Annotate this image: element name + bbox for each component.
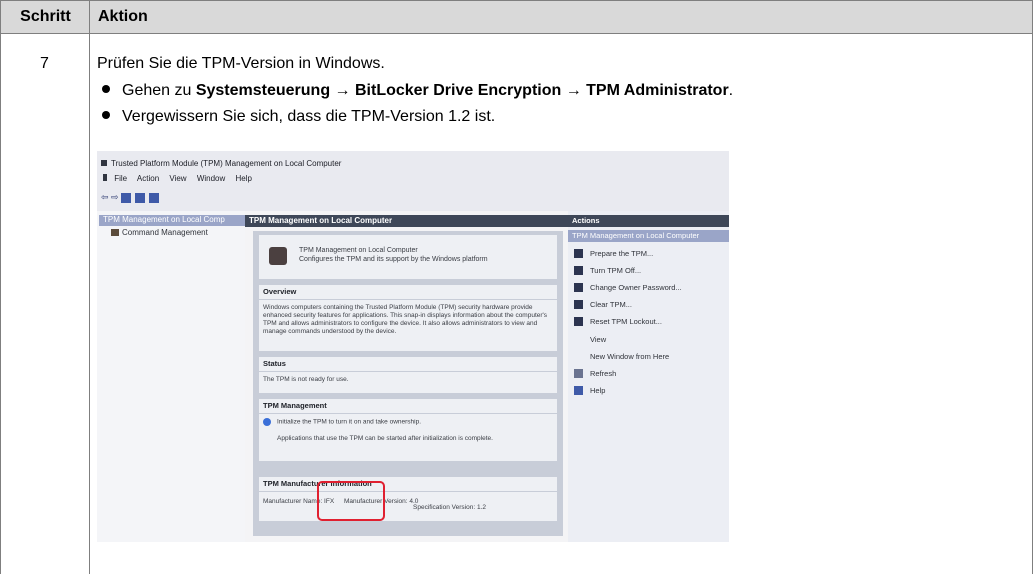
- bullet-item: Vergewissern Sie sich, dass die TPM-Vers…: [102, 107, 733, 133]
- console-menubar: File Action View Window Help: [97, 174, 729, 186]
- bullet1-path: Systemsteuerung → BitLocker Drive Encryp…: [195, 82, 729, 99]
- header-step: Schritt: [20, 8, 71, 25]
- header-action: Aktion: [98, 8, 148, 25]
- turn-off-icon: [574, 266, 583, 275]
- toolbar-view-icon: [121, 192, 132, 203]
- tree-child: Command Management: [111, 228, 208, 237]
- clear-icon: [574, 300, 583, 309]
- bullet1-suffix: .: [728, 82, 734, 99]
- console-title: Trusted Platform Module (TPM) Management…: [111, 159, 342, 168]
- bullet2-text: Vergewissern Sie sich, dass die TPM-Vers…: [122, 108, 496, 125]
- action-item: Refresh: [590, 369, 617, 378]
- column-divider: [89, 0, 90, 574]
- tpm-console-screenshot: Trusted Platform Module (TPM) Management…: [97, 151, 729, 542]
- tpm-chip-icon: [269, 247, 287, 265]
- specification-version: Specification Version: 1.2: [413, 504, 486, 511]
- management-section: TPM Management Initialize the TPM to tur…: [259, 399, 557, 461]
- info-icon: [263, 418, 271, 426]
- center-panel: TPM Management on Local Computer Configu…: [253, 231, 563, 536]
- command-icon: [111, 229, 119, 237]
- overview-text: Windows computers containing the Trusted…: [263, 304, 548, 335]
- status-title: Status: [259, 357, 557, 372]
- action-item: Help: [590, 386, 606, 395]
- tpm-app-icon: [101, 160, 107, 166]
- actions-header: Actions: [568, 215, 729, 227]
- menu-window: Window: [196, 174, 226, 183]
- overview-title: Overview: [259, 285, 557, 300]
- tree-child-label: Command Management: [122, 228, 208, 237]
- menu-view: View: [169, 174, 187, 183]
- console-title-bar: Trusted Platform Module (TPM) Management…: [97, 157, 729, 171]
- back-forward-icon: ⇦ ⇨: [101, 192, 122, 202]
- intro-title: TPM Management on Local Computer: [299, 247, 418, 254]
- actions-pane: Actions TPM Management on Local Computer…: [568, 211, 729, 542]
- bullet-dot-icon: [102, 111, 110, 119]
- menu-action: Action: [136, 174, 160, 183]
- menu-help: Help: [235, 174, 252, 183]
- action-item: View: [590, 335, 607, 344]
- center-header: TPM Management on Local Computer: [245, 215, 568, 227]
- table-header: Schritt Aktion: [0, 0, 1033, 34]
- console-tree: TPM Management on Local Comp Command Man…: [97, 211, 245, 542]
- instruction-table: Schritt Aktion 7 Prüfen Sie die TPM-Vers…: [0, 0, 1033, 574]
- status-text: The TPM is not ready for use.: [263, 376, 349, 383]
- bullet-list: Gehen zu Systemsteuerung → BitLocker Dri…: [102, 81, 733, 133]
- management-text1: Initialize the TPM to turn it on and tak…: [263, 418, 553, 427]
- console-center-pane: TPM Management on Local Computer TPM Man…: [245, 211, 568, 542]
- management-text2: Applications that use the TPM can be sta…: [277, 434, 493, 442]
- toolbar-panel-icon: [149, 192, 160, 203]
- action-item: Change Owner Password...: [590, 283, 682, 292]
- toolbar-help-icon: [135, 192, 146, 203]
- bullet-dot-icon: [102, 85, 110, 93]
- help-icon: [574, 386, 583, 395]
- reset-icon: [574, 317, 583, 326]
- overview-section: Overview Windows computers containing th…: [259, 285, 557, 351]
- action-item: Turn TPM Off...: [590, 266, 642, 275]
- bullet1-prefix: Gehen zu: [122, 82, 196, 99]
- management-title: TPM Management: [259, 399, 557, 414]
- left-border: [0, 33, 1, 574]
- action-item: New Window from Here: [590, 352, 670, 361]
- highlight-box: [317, 481, 385, 521]
- status-section: Status The TPM is not ready for use.: [259, 357, 557, 393]
- action-item: Clear TPM...: [590, 300, 632, 309]
- action-item: Reset TPM Lockout...: [590, 317, 662, 326]
- bullet-item: Gehen zu Systemsteuerung → BitLocker Dri…: [102, 81, 733, 107]
- menu-icon: [103, 174, 107, 181]
- intro-subtitle: Configures the TPM and its support by th…: [299, 256, 488, 263]
- refresh-icon: [574, 369, 583, 378]
- menu-file: File: [114, 174, 128, 183]
- tree-root: TPM Management on Local Comp: [99, 215, 245, 226]
- center-intro: TPM Management on Local Computer Configu…: [259, 235, 557, 279]
- prepare-icon: [574, 249, 583, 258]
- step-number: 7: [40, 55, 49, 72]
- manufacturer-title: TPM Manufacturer Information: [259, 477, 557, 492]
- action-item: Prepare the TPM...: [590, 249, 654, 258]
- actions-subheader: TPM Management on Local Computer: [568, 230, 729, 242]
- manufacturer-section: TPM Manufacturer Information Manufacture…: [259, 477, 557, 521]
- management-text1-label: Initialize the TPM to turn it on and tak…: [277, 418, 422, 426]
- change-password-icon: [574, 283, 583, 292]
- step-intro: Prüfen Sie die TPM-Version in Windows.: [97, 55, 385, 72]
- console-toolbar: ⇦ ⇨: [101, 192, 163, 204]
